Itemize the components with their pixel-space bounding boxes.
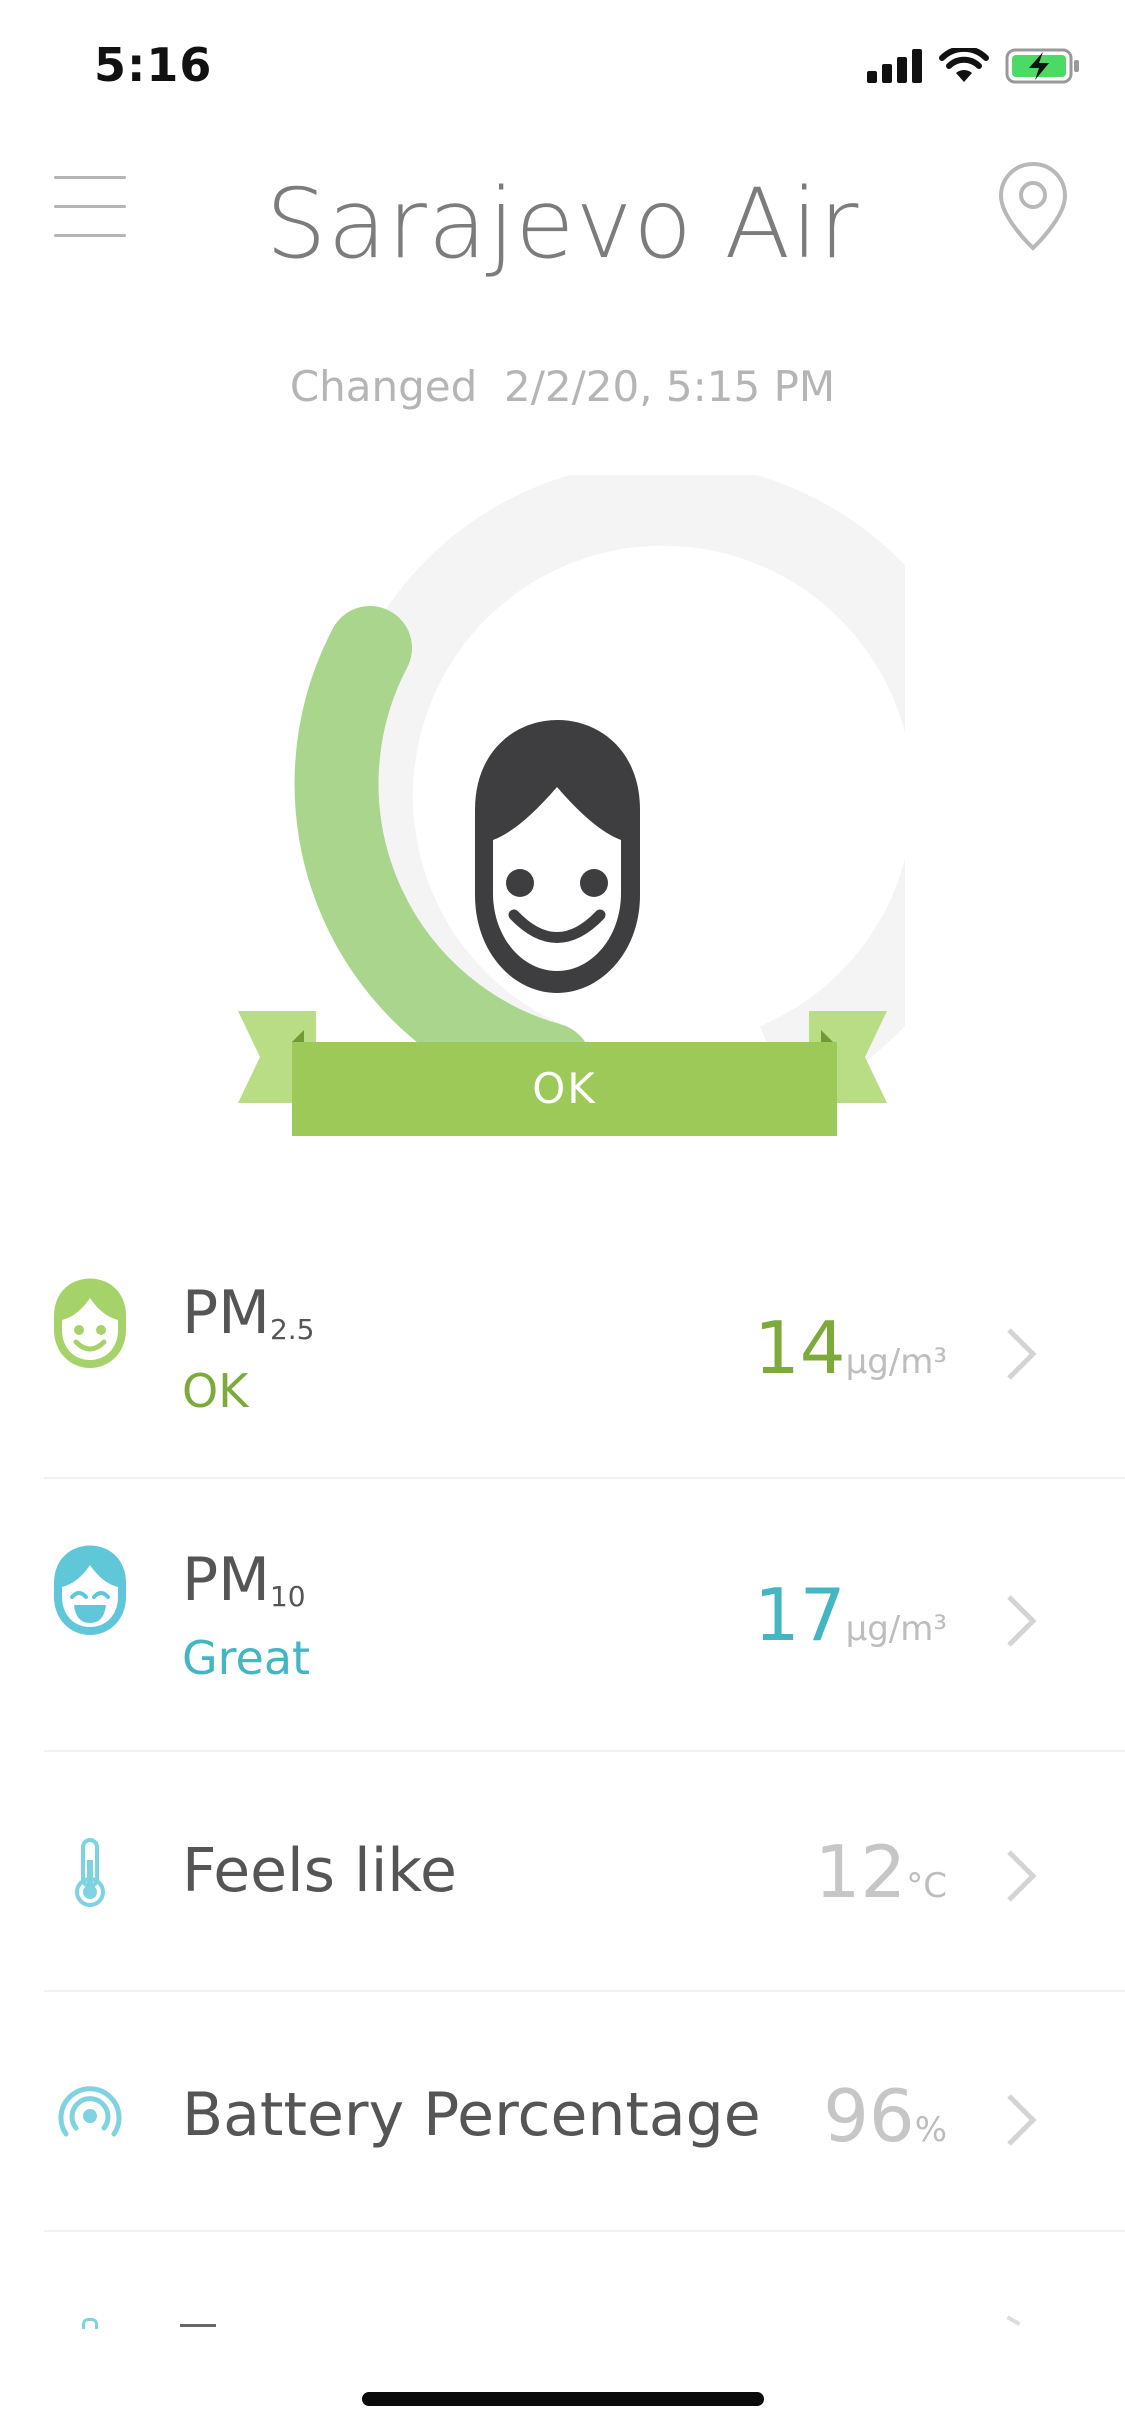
chevron-right-icon: [1007, 1328, 1037, 1380]
pm10-label-sub: 10: [269, 1580, 306, 1613]
pm25-label: PM2.5: [182, 1278, 314, 1348]
list-item-battery[interactable]: Battery Percentage 96%: [44, 1990, 1125, 2232]
feels-like-value-number: 12: [814, 1830, 907, 1914]
last-changed: Changed 2/2/20, 5:15 PM: [0, 362, 1125, 411]
pm10-value: 17µg/m³: [754, 1573, 947, 1657]
partial-row-icon: [82, 2318, 98, 2329]
pm10-label: PM10: [182, 1545, 306, 1615]
battery-value-number: 96: [823, 2074, 915, 2158]
partial-row-label: [180, 2324, 216, 2327]
home-indicator[interactable]: [362, 2392, 764, 2406]
changed-value: 2/2/20, 5:15 PM: [504, 362, 836, 411]
smile-face-icon: [475, 720, 640, 993]
battery-charging-icon: [1005, 48, 1079, 84]
list-item-feels-like[interactable]: Feels like 12°C: [44, 1750, 1125, 1992]
feels-like-unit: °C: [906, 1866, 947, 1906]
pm10-status: Great: [182, 1631, 311, 1685]
feels-like-value: 12°C: [815, 1830, 947, 1914]
smile-face-icon: [54, 1278, 126, 1368]
air-quality-label: OK: [292, 1042, 837, 1136]
signal-icon: [58, 2086, 122, 2137]
pm10-unit: µg/m³: [845, 1609, 947, 1649]
battery-unit: %: [914, 2110, 947, 2150]
thermometer-icon: [75, 1838, 105, 1907]
pm10-label-text: PM: [182, 1545, 270, 1615]
pm25-value: 14µg/m³: [754, 1306, 947, 1390]
pm10-value-number: 17: [753, 1573, 846, 1657]
chevron-right-icon: [1007, 2094, 1037, 2146]
cellular-signal-icon: [867, 49, 922, 83]
chevron-right-icon: [1007, 1595, 1037, 1647]
pm25-label-text: PM: [182, 1278, 270, 1348]
list-item-pm25[interactable]: PM2.5 OK 14µg/m³: [44, 1230, 1125, 1479]
status-icons: [867, 48, 1081, 84]
page-title: Sarajevo Air: [265, 168, 860, 280]
partial-row-chevron: [1001, 2315, 1021, 2335]
changed-label: Changed: [289, 362, 478, 411]
feels-like-label: Feels like: [182, 1836, 457, 1906]
list-item-pm10[interactable]: PM10 Great 17µg/m³: [44, 1477, 1125, 1752]
pm25-unit: µg/m³: [845, 1342, 947, 1382]
pm25-value-number: 14: [753, 1306, 846, 1390]
status-time: 5:16: [94, 38, 213, 92]
chevron-right-icon: [1007, 1850, 1037, 1902]
laugh-face-icon: [54, 1545, 126, 1635]
pm25-label-sub: 2.5: [269, 1313, 315, 1346]
location-pin-icon[interactable]: [996, 160, 1070, 252]
battery-value: 96%: [823, 2074, 947, 2158]
battery-label: Battery Percentage: [182, 2080, 761, 2150]
pm25-status: OK: [182, 1364, 249, 1418]
wifi-icon: [939, 48, 989, 82]
